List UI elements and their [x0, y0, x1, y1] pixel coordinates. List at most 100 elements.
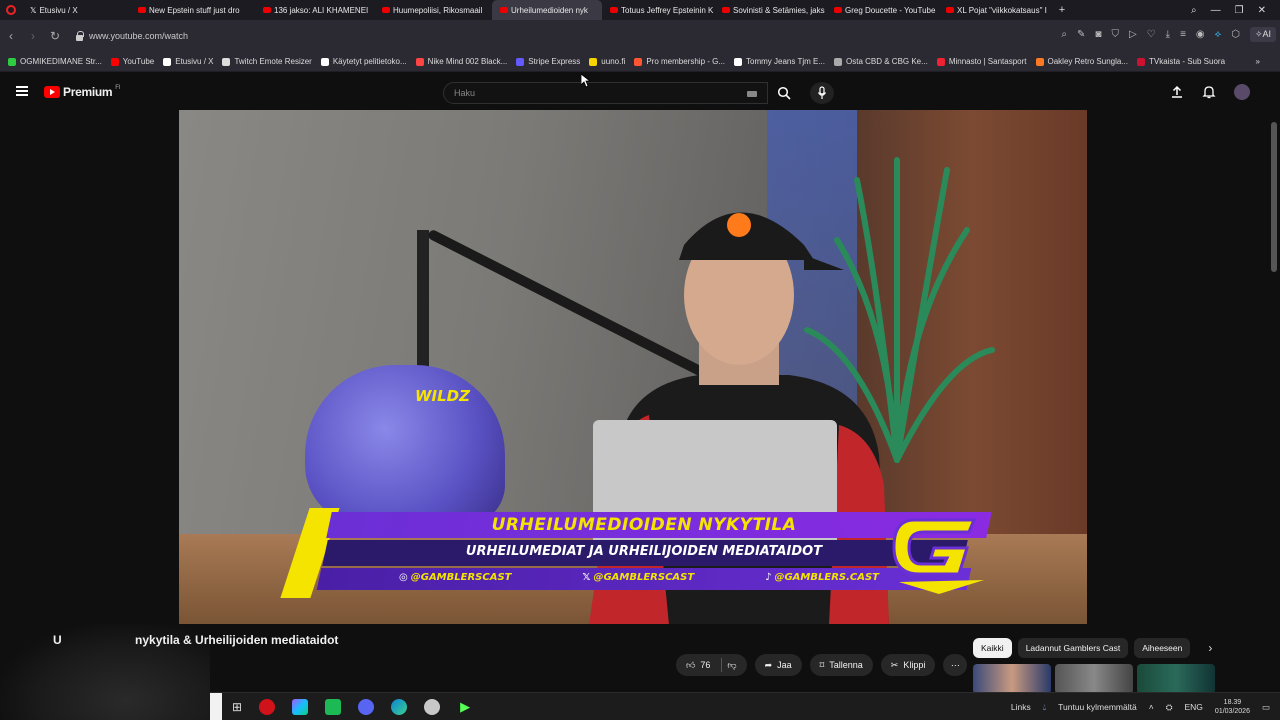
chip-all[interactable]: Kaikki	[973, 638, 1012, 658]
ai-button[interactable]: ✧AI	[1249, 27, 1276, 42]
spotify-icon[interactable]	[325, 699, 342, 715]
extension-icons: ⌕ ✎ ◙ ⛉ ▷ ♡ ⤓ ≡ ◉ ⟡ ⬡	[1061, 29, 1240, 40]
like-button[interactable]: 👍︎ 76 👎︎	[676, 654, 747, 676]
edge-icon[interactable]	[391, 699, 408, 715]
video-player[interactable]: WILDZ URHEILUMEDIOIDEN NYKYTILA URHEILUM…	[179, 110, 1087, 624]
bookmark-favicon-icon	[589, 57, 598, 66]
reload-icon[interactable]: ↻	[44, 29, 66, 43]
thumbs-down-icon[interactable]: 👎︎	[727, 660, 736, 671]
discord-icon[interactable]	[358, 699, 375, 715]
language-indicator[interactable]: ENG	[1185, 702, 1203, 712]
bookmark-item[interactable]: OGMIKEDIMANE Str...	[8, 57, 102, 66]
links-toolbar[interactable]: Links	[1011, 702, 1031, 712]
helmet-text: WILDZ	[415, 387, 471, 405]
camera-icon[interactable]: ◙	[1095, 29, 1101, 40]
instagram-icon: ◎	[399, 572, 408, 583]
tab-etusivu-x[interactable]: 𝕏 Etusivu / X	[22, 0, 130, 20]
shield-icon[interactable]: ⛉	[1111, 29, 1119, 40]
tab-epstein-stuff[interactable]: New Epstein stuff just dro	[130, 0, 250, 20]
cube-icon[interactable]: ⬡	[1231, 29, 1240, 40]
new-tab-button[interactable]: +	[1053, 4, 1071, 16]
bookmark-item[interactable]: YouTube	[110, 57, 154, 66]
recommendation-thumbnail[interactable]	[1055, 664, 1133, 694]
bookmark-label: Pro membership - G...	[646, 57, 726, 66]
tab-khamenei[interactable]: 136 jakso: ALI KHAMENEI	[250, 0, 374, 20]
chip-uploaded-by[interactable]: Ladannut Gamblers Cast	[1017, 638, 1129, 658]
video-helmet: WILDZ	[305, 365, 505, 525]
bookmarks-overflow-icon[interactable]: »	[1256, 57, 1260, 66]
restore-icon[interactable]: ❐	[1235, 5, 1244, 16]
bookmark-item[interactable]: Tommy Jeans Tjm E...	[734, 57, 825, 66]
menu-icon[interactable]: ≡	[1180, 29, 1186, 40]
bookmark-item[interactable]: Stripe Express	[516, 57, 580, 66]
bookmark-item[interactable]: Käytetyt pelitietoko...	[320, 57, 407, 66]
figma-icon[interactable]	[292, 699, 309, 715]
tab-greg-doucette[interactable]: Greg Doucette - YouTube	[826, 0, 938, 20]
edit-icon[interactable]: ✎	[1077, 29, 1085, 40]
close-icon[interactable]: ✕	[1258, 5, 1266, 16]
logo-word: Premium	[63, 85, 113, 99]
scrollbar-thumb[interactable]	[1271, 122, 1277, 272]
forward-icon[interactable]: ›	[22, 29, 44, 43]
youtube-premium-logo[interactable]: Premium FI	[44, 85, 121, 99]
bookmark-item[interactable]: Osta CBD & CBG Ke...	[834, 57, 928, 66]
tab-urheilumedioiden-active[interactable]: Urheilumedioiden nyk	[492, 0, 602, 20]
recommendation-thumbnail[interactable]	[973, 664, 1051, 694]
bookmark-item[interactable]: TVkaista - Sub Suora	[1136, 57, 1226, 66]
opera-icon[interactable]	[259, 699, 276, 715]
weather-icon[interactable]: 💧︎	[1043, 702, 1046, 713]
bookmark-item[interactable]: Minnasto | Santasport	[936, 57, 1027, 66]
tab-huumepoliisi[interactable]: Huumepoliisi, Rikosmaail	[374, 0, 492, 20]
bookmark-item[interactable]: Etusivu / X	[163, 57, 213, 66]
more-icon: ⋯	[950, 659, 960, 670]
tab-totuus-epstein[interactable]: Totuus Jeffrey Epsteinin K	[602, 0, 714, 20]
bookmark-item[interactable]: Oakley Retro Sunglа...	[1035, 57, 1128, 66]
bookmark-item[interactable]: Pro membership - G...	[634, 57, 725, 66]
chevron-right-icon[interactable]: ›	[1208, 641, 1212, 655]
bookmark-item[interactable]: uuno.fi	[589, 57, 625, 66]
recommendation-thumbnail[interactable]	[1137, 664, 1215, 694]
notification-icon[interactable]: ▭	[1262, 702, 1270, 713]
search-tabs-icon[interactable]: ⌕	[1191, 5, 1197, 16]
page-scrollbar[interactable]	[1268, 112, 1280, 692]
profile-icon[interactable]: ◉	[1196, 29, 1205, 40]
avatar[interactable]	[1234, 84, 1250, 100]
search-button[interactable]	[768, 82, 800, 104]
bookmark-item[interactable]: Nike Mind 002 Black...	[415, 57, 507, 66]
opera-menu-button[interactable]	[0, 0, 22, 20]
chevron-up-icon[interactable]: ˄	[1149, 702, 1154, 712]
voice-search-button[interactable]	[810, 82, 834, 104]
chip-related[interactable]: Aiheeseen	[1134, 638, 1191, 658]
save-button[interactable]: ⌑ Tallenna	[809, 654, 873, 676]
network-icon[interactable]: ⛭	[1166, 702, 1173, 713]
url-text: www.youtube.com/watch	[89, 31, 189, 41]
bookmark-item[interactable]: Twitch Emote Resizer	[222, 57, 312, 66]
more-actions-button[interactable]: ⋯	[943, 654, 968, 676]
clip-button[interactable]: ✂ Klippi	[880, 654, 936, 676]
url-field[interactable]: www.youtube.com/watch	[76, 30, 189, 41]
download-icon[interactable]: ⤓	[1166, 29, 1170, 40]
streaming-app-icon[interactable]: ▶	[457, 699, 474, 715]
tab-xl-pojat[interactable]: XL Pojat "viikkokatsaus" I	[938, 0, 1053, 20]
extension-pin-icon[interactable]: ⟡	[1215, 29, 1222, 40]
search-icon[interactable]: ⌕	[1061, 29, 1067, 40]
minimize-icon[interactable]: —	[1211, 5, 1221, 16]
x-logo-icon: 𝕏	[30, 5, 37, 15]
back-icon[interactable]: ‹	[0, 29, 22, 43]
weather-text[interactable]: Tuntuu kylmemmältä	[1058, 702, 1137, 712]
play-icon[interactable]: ▷	[1129, 29, 1137, 40]
clip-label: Klippi	[903, 660, 926, 670]
hamburger-menu-icon[interactable]	[16, 86, 28, 96]
tab-sovinisti[interactable]: Sovinisti & Setämies, jaks	[714, 0, 826, 20]
heart-icon[interactable]: ♡	[1147, 29, 1156, 40]
clock[interactable]: 18.39 01/03/2026	[1215, 698, 1250, 716]
task-view-icon[interactable]: ⊞	[232, 700, 242, 714]
keyboard-icon[interactable]	[747, 91, 757, 97]
search-input[interactable]	[454, 88, 734, 98]
bookmark-favicon-icon	[516, 57, 525, 66]
bell-icon[interactable]	[1202, 85, 1216, 99]
bookmark-label: TVkaista - Sub Suora	[1148, 57, 1226, 66]
share-button[interactable]: ➦ Jaa	[754, 654, 802, 676]
upload-icon[interactable]	[1170, 85, 1184, 99]
steam-icon[interactable]	[424, 699, 441, 715]
